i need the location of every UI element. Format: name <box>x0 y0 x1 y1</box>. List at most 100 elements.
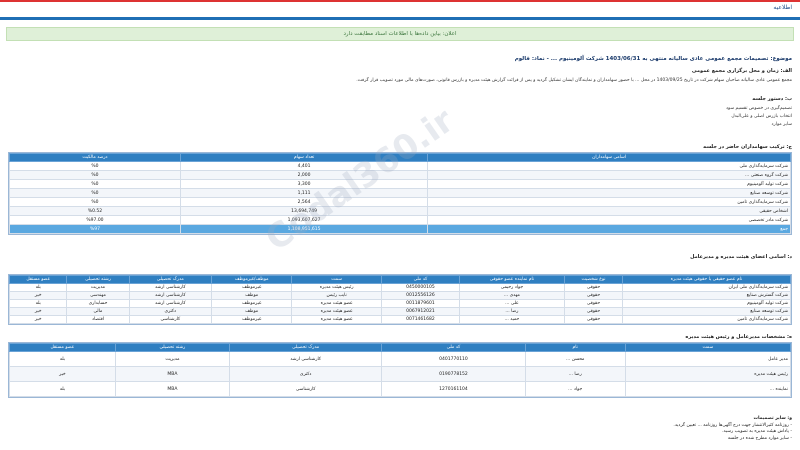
table-cell: جواد ... <box>524 381 626 397</box>
table-cell: بله <box>8 299 68 308</box>
table-cell: 0012556126 <box>381 291 460 300</box>
table-cell: غیرموظف <box>211 299 293 308</box>
announcement-title: موضوع: تصمیمات مجمع عمومی عادی سالیانه م… <box>514 56 792 62</box>
col-header: کد ملی <box>381 275 460 284</box>
table-cell: 1,111 <box>179 188 429 198</box>
table-row: شرکت سرمایه‌گذاری ملی ایران حقوقی جواد رحی… <box>8 283 792 292</box>
table-cell: %0 <box>9 170 181 180</box>
table-cell: MBA <box>114 366 231 382</box>
site-label[interactable]: اطلاعیه <box>773 4 792 11</box>
shareholders-table: اسامی سهامداران تعداد سهام درصد مالکیت ش… <box>8 152 792 235</box>
table-cell: 0067912021 <box>381 307 460 316</box>
table-cell: %97 <box>9 224 181 234</box>
col-header: کد ملی <box>381 343 526 352</box>
table-cell: نایب رئیس <box>291 291 383 300</box>
table-cell: دکتری <box>128 307 213 316</box>
col-header: نوع شخصیت <box>564 275 623 284</box>
table-cell: مدیریت <box>66 283 130 292</box>
table-cell: نماینده ... <box>624 381 792 397</box>
table-cell: جواد رحیمی <box>458 283 566 292</box>
table-cell: کارشناسی ارشد <box>128 283 213 292</box>
col-header: رشته تحصیلی <box>66 275 130 284</box>
table-row: شرکت گسترش صنایع حقوقی مهدی ... 0012556126 ن… <box>8 291 792 300</box>
table-row: شرکت تولید آلومینیوم 3,300 %0 <box>9 179 791 189</box>
table-row: شرکت سرمایه‌گذاری ملی 4,401 %0 <box>9 161 791 171</box>
table-cell: شرکت تولید آلومینیوم <box>427 179 791 189</box>
table-cell: علی ... <box>458 299 566 308</box>
table-cell: شرکت گروه صنعتی ... <box>427 170 791 180</box>
table-cell: مدیریت <box>114 351 231 367</box>
table-cell: %0 <box>9 179 181 189</box>
table-cell: اشخاص حقیقی <box>427 206 791 216</box>
table-cell: 0190778152 <box>381 366 526 382</box>
meeting-description: مجمع عمومی عادی سالیانه صاحبان سهام شرکت… <box>356 78 792 83</box>
table-cell: کارشناسی ارشد <box>128 291 213 300</box>
col-header: نام عضو حقیقی یا حقوقی هیئت مدیره <box>621 275 792 284</box>
table-cell: جمع <box>427 224 791 234</box>
table-cell: حقوقی <box>564 283 623 292</box>
col-header: تعداد سهام <box>179 153 429 162</box>
table-cell: شرکت مادر تخصصی <box>427 215 791 225</box>
table-cell: مهندسی <box>66 291 130 300</box>
col-header: رشته تحصیلی <box>114 343 231 352</box>
table-row: نماینده ... جواد ... 1270161104 کارشناسی MBA… <box>9 381 792 397</box>
table-cell: MBA <box>114 381 231 397</box>
col-header: عضو مستقل <box>9 343 116 352</box>
table-cell: بله <box>9 351 116 367</box>
section-b-title: ب: دستور جلسه <box>752 96 792 102</box>
top-bar: اطلاعیه <box>0 0 800 20</box>
col-header: اسامی سهامداران <box>427 153 791 162</box>
alert-banner: اعلان: بیاین داده‌ها با اطلاعات اسناد مط… <box>6 27 794 41</box>
table-cell: %0.52 <box>9 206 181 216</box>
table-cell: شرکت سرمایه‌گذاری ملی ایران <box>621 283 792 292</box>
table-cell: شرکت سرمایه‌گذاری تامین <box>621 315 792 324</box>
col-header: سمت <box>624 343 792 352</box>
table-cell: رضا ... <box>458 307 566 316</box>
table-cell: کارشناسی <box>128 315 213 324</box>
table-cell: حسابداری <box>66 299 130 308</box>
table-cell: دکتری <box>229 366 383 382</box>
table-cell: 0011879601 <box>381 299 460 308</box>
table-cell: خیر <box>8 315 68 324</box>
table-row: شرکت مادر تخصصی 1,093,607,627 %97.00 <box>9 215 791 225</box>
table-cell: 4,401 <box>179 161 429 171</box>
table-cell: 0450000105 <box>381 283 460 292</box>
table-cell: 1,108,951,615 <box>179 224 429 234</box>
section-e-title: ه: مشخصات مدیرعامل و رئیس هیئت مدیره <box>685 334 792 340</box>
announcement-content: موضوع: تصمیمات مجمع عمومی عادی سالیانه م… <box>0 46 800 450</box>
agenda-item: انتخاب بازرس اصلی و علی‌البدل <box>731 114 792 119</box>
table-cell: رئیس هیئت مدیره <box>291 283 383 292</box>
table-cell: حقوقی <box>564 291 623 300</box>
col-header: عضو مستقل <box>8 275 68 284</box>
table-cell: بله <box>9 381 116 397</box>
table-cell: %97.00 <box>9 215 181 225</box>
agenda-item: تصمیم‌گیری در خصوص تقسیم سود <box>726 106 792 111</box>
table-cell: شرکت گسترش صنایع <box>621 291 792 300</box>
table-row: مدیر عامل محسن ... 0401770110 کارشناسی ارشد… <box>9 351 792 367</box>
table-row: شرکت سرمایه‌گذاری تامین 2,564 %0 <box>9 197 791 207</box>
col-header: نام نماینده عضو حقوقی <box>458 275 566 284</box>
table-cell: شرکت توسعه صنایع <box>427 188 791 198</box>
table-cell: غیرموظف <box>211 283 293 292</box>
table-cell: کارشناسی <box>229 381 383 397</box>
table-cell: 2,564 <box>179 197 429 207</box>
table-cell: کارشناسی ارشد <box>128 299 213 308</box>
table-cell: عضو هیئت مدیره <box>291 315 383 324</box>
table-row: شرکت سرمایه‌گذاری تامین حقوقی حمید ... 0071… <box>8 315 792 324</box>
table-cell: غیرموظف <box>211 315 293 324</box>
table-cell: شرکت سرمایه‌گذاری تامین <box>427 197 791 207</box>
table-cell: رضا ... <box>524 366 626 382</box>
agenda-item: سایر موارد <box>771 122 792 127</box>
table-cell: 0071461682 <box>381 315 460 324</box>
table-cell: مهدی ... <box>458 291 566 300</box>
section-c-title: ج: ترکیب سهامداران حاضر در جلسه <box>703 144 792 150</box>
col-header: درصد مالکیت <box>9 153 181 162</box>
accent-strip <box>0 0 800 2</box>
table-cell: 3,300 <box>179 179 429 189</box>
table-cell: خیر <box>8 307 68 316</box>
table-cell: حقوقی <box>564 307 623 316</box>
table-cell: بله <box>8 283 68 292</box>
table-cell: 1270161104 <box>381 381 526 397</box>
table-cell: %0 <box>9 188 181 198</box>
table-cell: شرکت تولید آلومینیوم <box>621 299 792 308</box>
